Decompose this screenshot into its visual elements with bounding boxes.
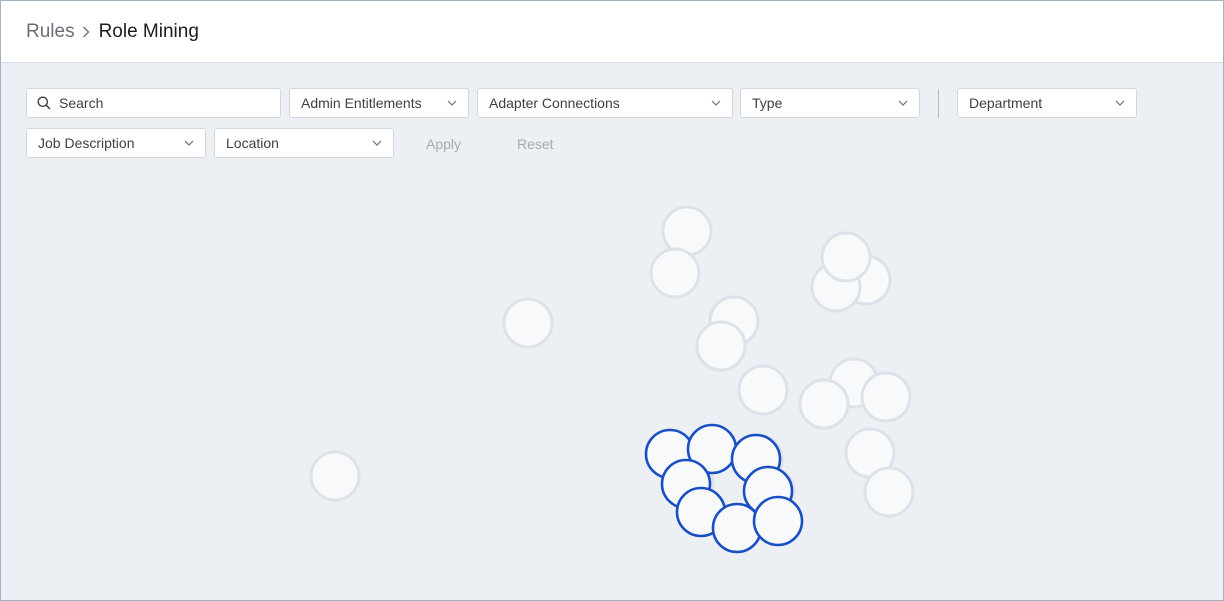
chevron-down-icon xyxy=(1111,100,1129,106)
location-dropdown[interactable]: Location xyxy=(214,128,394,158)
chevron-down-icon xyxy=(180,140,198,146)
adapter-connections-label: Adapter Connections xyxy=(489,95,620,111)
department-label: Department xyxy=(969,95,1043,111)
role-bubble[interactable] xyxy=(798,378,850,430)
department-dropdown[interactable]: Department xyxy=(957,88,1137,118)
search-icon xyxy=(37,96,51,110)
breadcrumb-rules-link[interactable]: Rules xyxy=(26,21,75,43)
search-box[interactable] xyxy=(26,88,281,118)
role-bubble[interactable] xyxy=(860,371,912,423)
job-description-label: Job Description xyxy=(38,135,135,151)
role-bubble[interactable] xyxy=(820,231,872,283)
role-mining-panel: Rules Role Mining Admin Entitlements Ada… xyxy=(0,0,1224,601)
job-description-dropdown[interactable]: Job Description xyxy=(26,128,206,158)
role-bubble[interactable] xyxy=(737,364,789,416)
chevron-down-icon xyxy=(894,100,912,106)
role-bubble[interactable] xyxy=(695,320,747,372)
filter-divider xyxy=(938,89,939,118)
reset-button[interactable]: Reset xyxy=(517,136,554,152)
apply-button[interactable]: Apply xyxy=(426,136,461,152)
chevron-down-icon xyxy=(368,140,386,146)
role-bubble-chart[interactable] xyxy=(1,161,1223,599)
admin-entitlements-label: Admin Entitlements xyxy=(301,95,422,111)
type-label: Type xyxy=(752,95,783,111)
role-bubble[interactable] xyxy=(649,247,701,299)
role-bubble[interactable] xyxy=(863,466,915,518)
role-bubble[interactable] xyxy=(502,297,554,349)
chevron-right-icon xyxy=(82,26,90,38)
search-input[interactable] xyxy=(57,94,261,112)
page-title: Role Mining xyxy=(98,20,199,42)
page-header: Rules Role Mining xyxy=(1,1,1223,63)
role-bubble-selected[interactable] xyxy=(752,495,804,547)
adapter-connections-dropdown[interactable]: Adapter Connections xyxy=(477,88,733,118)
role-bubble[interactable] xyxy=(661,205,713,257)
location-label: Location xyxy=(226,135,279,151)
role-bubble[interactable] xyxy=(309,450,361,502)
chevron-down-icon xyxy=(707,100,725,106)
type-dropdown[interactable]: Type xyxy=(740,88,920,118)
chevron-down-icon xyxy=(443,100,461,106)
admin-entitlements-dropdown[interactable]: Admin Entitlements xyxy=(289,88,469,118)
